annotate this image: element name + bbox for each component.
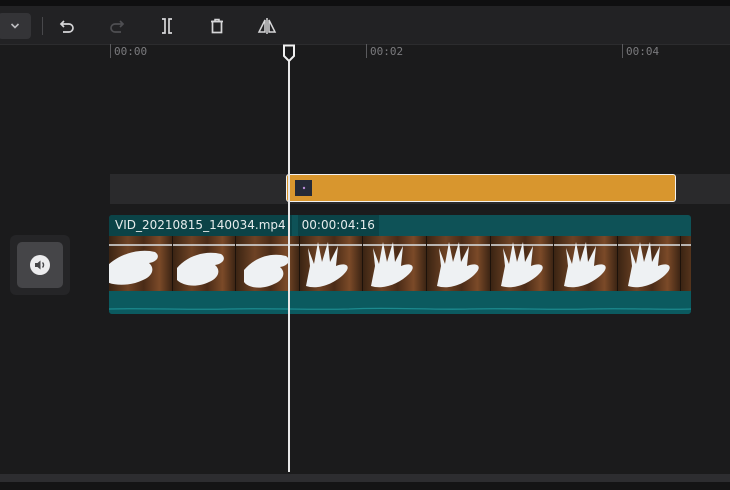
- playhead-line: [288, 60, 290, 472]
- time-ruler[interactable]: 00:00 00:02 00:04: [0, 44, 730, 62]
- video-frame: [363, 236, 427, 291]
- volume-icon: [30, 255, 50, 275]
- timeline-toolbar: [0, 6, 730, 45]
- delete-button[interactable]: [204, 13, 230, 39]
- video-frame: [299, 236, 364, 291]
- video-frame: [681, 236, 691, 291]
- undo-icon: [59, 20, 74, 33]
- view-dropdown[interactable]: [0, 13, 31, 39]
- ruler-tick: 00:02: [366, 44, 403, 58]
- toolbar-divider: [42, 17, 43, 35]
- text-clip[interactable]: [286, 174, 676, 202]
- track-control-panel: [10, 235, 70, 295]
- video-frame: [109, 236, 173, 291]
- playhead-icon: [283, 44, 295, 63]
- redo-icon: [110, 20, 125, 33]
- trash-icon: [211, 18, 223, 34]
- video-frame: [172, 236, 237, 291]
- text-thumbnail-icon: [302, 186, 305, 190]
- split-icon: [162, 18, 172, 34]
- video-clip-duration: 00:00:04:16: [297, 215, 379, 236]
- audio-waveform: [109, 291, 691, 314]
- video-frame: [236, 236, 300, 291]
- text-clip-thumbnail: [295, 180, 312, 196]
- ruler-tick: 00:04: [622, 44, 659, 58]
- ruler-tick: 00:00: [110, 44, 147, 58]
- horizontal-scrollbar[interactable]: [0, 474, 730, 482]
- video-frame: [554, 236, 618, 291]
- mirror-button[interactable]: [254, 13, 280, 39]
- playhead-handle[interactable]: [282, 44, 296, 63]
- undo-button[interactable]: [54, 13, 80, 39]
- chevron-down-icon: [10, 23, 19, 29]
- split-button[interactable]: [154, 13, 180, 39]
- video-frame: [490, 236, 555, 291]
- video-thumbnails: [109, 236, 691, 291]
- video-frame: [617, 236, 682, 291]
- video-clip-header: VID_20210815_140034.mp4 00:00:04:16: [109, 215, 379, 236]
- video-frame: [426, 236, 491, 291]
- mute-track-button[interactable]: [17, 242, 63, 288]
- window-bottom-edge: [0, 482, 730, 490]
- flip-horizontal-icon: [257, 18, 277, 34]
- video-clip-name: VID_20210815_140034.mp4: [109, 215, 292, 236]
- redo-button[interactable]: [104, 13, 130, 39]
- video-clip[interactable]: VID_20210815_140034.mp4 00:00:04:16: [109, 215, 691, 314]
